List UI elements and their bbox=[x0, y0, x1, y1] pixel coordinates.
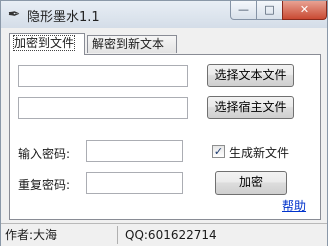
password-label: 输入密码: bbox=[18, 147, 71, 161]
tab-decrypt-label: 解密到新文本 bbox=[92, 37, 165, 51]
generate-new-file-checkbox[interactable]: ✓ bbox=[212, 145, 225, 158]
select-host-file-button[interactable]: 选择宿主文件 bbox=[207, 96, 294, 119]
ink-brush-icon: ✒ bbox=[7, 5, 21, 23]
help-link[interactable]: 帮助 bbox=[282, 197, 306, 214]
text-file-path-input[interactable] bbox=[18, 65, 188, 87]
host-file-path-input[interactable] bbox=[18, 97, 188, 119]
author-status: 作者:大海 bbox=[5, 228, 58, 242]
title-bar[interactable]: ✒ 隐形墨水1.1 — □ ✕ bbox=[1, 1, 327, 28]
app-window: ✒ 隐形墨水1.1 — □ ✕ 加密到文件 解密到新文本 选择文本文件 选择宿主… bbox=[0, 0, 328, 246]
status-bar: 作者:大海 QQ:601622714 bbox=[1, 223, 327, 246]
tab-encrypt-label: 加密到文件 bbox=[12, 35, 76, 51]
minimize-button[interactable]: — bbox=[230, 1, 257, 20]
password-input[interactable] bbox=[86, 140, 183, 162]
encrypt-button[interactable]: 加密 bbox=[215, 171, 287, 195]
repeat-password-input[interactable] bbox=[86, 172, 183, 194]
maximize-button[interactable]: □ bbox=[256, 1, 283, 20]
status-divider bbox=[117, 226, 118, 244]
tab-decrypt-to-text[interactable]: 解密到新文本 bbox=[87, 35, 177, 53]
select-text-file-button[interactable]: 选择文本文件 bbox=[207, 64, 294, 87]
window-title: 隐形墨水1.1 bbox=[27, 10, 100, 25]
generate-new-file-label: 生成新文件 bbox=[229, 146, 290, 160]
tab-encrypt-to-file[interactable]: 加密到文件 bbox=[9, 33, 85, 55]
tab-strip: 加密到文件 解密到新文本 bbox=[9, 33, 321, 55]
repeat-password-label: 重复密码: bbox=[18, 178, 71, 192]
qq-status: QQ:601622714 bbox=[125, 228, 217, 242]
encrypt-panel: 选择文本文件 选择宿主文件 输入密码: ✓ 生成新文件 重复密码: 加密 帮助 bbox=[9, 54, 321, 220]
close-button[interactable]: ✕ bbox=[282, 1, 327, 20]
